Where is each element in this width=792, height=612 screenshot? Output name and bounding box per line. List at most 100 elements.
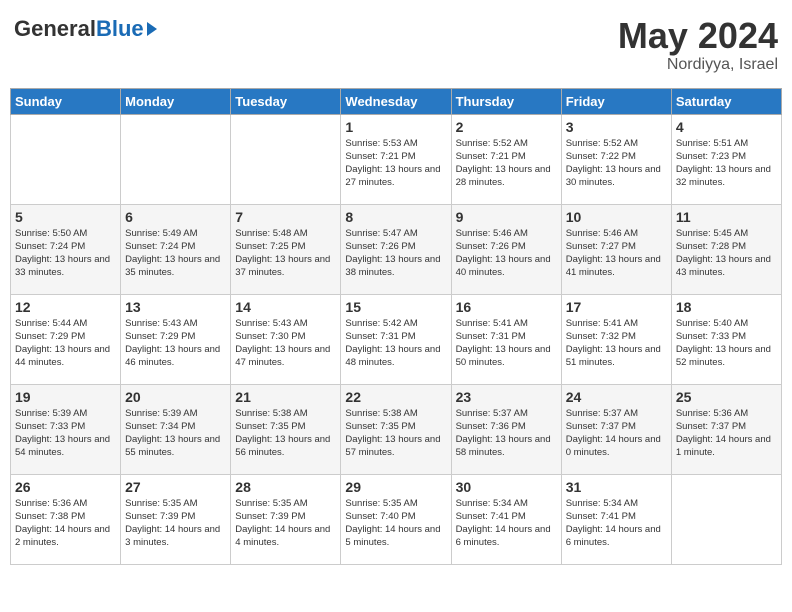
day-number: 28 bbox=[235, 479, 336, 495]
calendar-cell: 11 Sunrise: 5:45 AM Sunset: 7:28 PM Dayli… bbox=[671, 204, 781, 294]
calendar-cell: 3Sunrise: 5:52 AM Sunset: 7:22 PM Daylig… bbox=[561, 114, 671, 204]
day-info: Sunrise: 5:41 AM Sunset: 7:32 PM Dayligh… bbox=[566, 317, 667, 370]
day-info: Sunrise: 5:42 AM Sunset: 7:31 PM Dayligh… bbox=[345, 317, 446, 370]
day-info: Sunrise: 5:40 AM Sunset: 7:33 PM Dayligh… bbox=[676, 317, 777, 370]
day-number: 29 bbox=[345, 479, 446, 495]
calendar-header-row: SundayMondayTuesdayWednesdayThursdayFrid… bbox=[11, 88, 782, 114]
day-info: Sunrise: 5:38 AM Sunset: 7:35 PM Dayligh… bbox=[345, 407, 446, 460]
day-number: 12 bbox=[15, 299, 116, 315]
calendar-cell: 2 Sunrise: 5:52 AM Sunset: 7:21 PM Daylig… bbox=[451, 114, 561, 204]
calendar-cell: 14 Sunrise: 5:43 AM Sunset: 7:30 PM Dayli… bbox=[231, 294, 341, 384]
day-info: Sunrise: 5:44 AM Sunset: 7:29 PM Dayligh… bbox=[15, 317, 116, 370]
calendar-cell bbox=[11, 114, 121, 204]
day-info: Sunrise: 5:45 AM Sunset: 7:28 PM Dayligh… bbox=[676, 227, 777, 280]
day-number: 13 bbox=[125, 299, 226, 315]
calendar-cell: 27Sunrise: 5:35 AM Sunset: 7:39 PM Dayli… bbox=[121, 474, 231, 564]
day-info: Sunrise: 5:50 AM Sunset: 7:24 PM Dayligh… bbox=[15, 227, 116, 280]
calendar-cell: 1 Sunrise: 5:53 AM Sunset: 7:21 PM Daylig… bbox=[341, 114, 451, 204]
day-number: 9 bbox=[456, 209, 557, 225]
calendar-cell: 21 Sunrise: 5:38 AM Sunset: 7:35 PM Dayli… bbox=[231, 384, 341, 474]
calendar-cell: 22Sunrise: 5:38 AM Sunset: 7:35 PM Dayli… bbox=[341, 384, 451, 474]
day-number: 4 bbox=[676, 119, 777, 135]
calendar-cell: 18Sunrise: 5:40 AM Sunset: 7:33 PM Dayli… bbox=[671, 294, 781, 384]
day-number: 19 bbox=[15, 389, 116, 405]
day-info: Sunrise: 5:36 AM Sunset: 7:38 PM Dayligh… bbox=[15, 497, 116, 550]
calendar-cell: 17 Sunrise: 5:41 AM Sunset: 7:32 PM Dayli… bbox=[561, 294, 671, 384]
day-number: 26 bbox=[15, 479, 116, 495]
day-number: 20 bbox=[125, 389, 226, 405]
day-info: Sunrise: 5:38 AM Sunset: 7:35 PM Dayligh… bbox=[235, 407, 336, 460]
day-info: Sunrise: 5:35 AM Sunset: 7:39 PM Dayligh… bbox=[125, 497, 226, 550]
day-number: 30 bbox=[456, 479, 557, 495]
day-info: Sunrise: 5:53 AM Sunset: 7:21 PM Dayligh… bbox=[345, 137, 446, 190]
day-header-thursday: Thursday bbox=[451, 88, 561, 114]
calendar-cell bbox=[671, 474, 781, 564]
day-number: 7 bbox=[235, 209, 336, 225]
day-number: 31 bbox=[566, 479, 667, 495]
day-number: 14 bbox=[235, 299, 336, 315]
title-area: May 2024 Nordiyya, Israel bbox=[618, 16, 778, 74]
day-info: Sunrise: 5:43 AM Sunset: 7:29 PM Dayligh… bbox=[125, 317, 226, 370]
calendar-cell: 6Sunrise: 5:49 AM Sunset: 7:24 PM Daylig… bbox=[121, 204, 231, 294]
day-number: 21 bbox=[235, 389, 336, 405]
day-header-wednesday: Wednesday bbox=[341, 88, 451, 114]
calendar-cell: 7 Sunrise: 5:48 AM Sunset: 7:25 PM Daylig… bbox=[231, 204, 341, 294]
calendar-cell: 25 Sunrise: 5:36 AM Sunset: 7:37 PM Dayli… bbox=[671, 384, 781, 474]
day-info: Sunrise: 5:47 AM Sunset: 7:26 PM Dayligh… bbox=[345, 227, 446, 280]
calendar-week-row: 26 Sunrise: 5:36 AM Sunset: 7:38 PM Dayli… bbox=[11, 474, 782, 564]
day-number: 11 bbox=[676, 209, 777, 225]
day-info: Sunrise: 5:46 AM Sunset: 7:27 PM Dayligh… bbox=[566, 227, 667, 280]
day-info: Sunrise: 5:52 AM Sunset: 7:21 PM Dayligh… bbox=[456, 137, 557, 190]
calendar-cell: 28Sunrise: 5:35 AM Sunset: 7:39 PM Dayli… bbox=[231, 474, 341, 564]
calendar-cell: 15 Sunrise: 5:42 AM Sunset: 7:31 PM Dayli… bbox=[341, 294, 451, 384]
day-header-saturday: Saturday bbox=[671, 88, 781, 114]
calendar-cell: 24Sunrise: 5:37 AM Sunset: 7:37 PM Dayli… bbox=[561, 384, 671, 474]
location-title: Nordiyya, Israel bbox=[618, 56, 778, 74]
day-info: Sunrise: 5:37 AM Sunset: 7:36 PM Dayligh… bbox=[456, 407, 557, 460]
logo-general-text: General bbox=[14, 16, 96, 42]
calendar-cell: 4 Sunrise: 5:51 AM Sunset: 7:23 PM Daylig… bbox=[671, 114, 781, 204]
day-number: 16 bbox=[456, 299, 557, 315]
day-info: Sunrise: 5:35 AM Sunset: 7:40 PM Dayligh… bbox=[345, 497, 446, 550]
calendar-cell bbox=[231, 114, 341, 204]
day-info: Sunrise: 5:34 AM Sunset: 7:41 PM Dayligh… bbox=[566, 497, 667, 550]
calendar-cell: 10 Sunrise: 5:46 AM Sunset: 7:27 PM Dayli… bbox=[561, 204, 671, 294]
calendar-cell: 16 Sunrise: 5:41 AM Sunset: 7:31 PM Dayli… bbox=[451, 294, 561, 384]
day-info: Sunrise: 5:52 AM Sunset: 7:22 PM Dayligh… bbox=[566, 137, 667, 190]
day-info: Sunrise: 5:46 AM Sunset: 7:26 PM Dayligh… bbox=[456, 227, 557, 280]
calendar-cell: 9 Sunrise: 5:46 AM Sunset: 7:26 PM Daylig… bbox=[451, 204, 561, 294]
day-number: 5 bbox=[15, 209, 116, 225]
day-number: 25 bbox=[676, 389, 777, 405]
day-header-friday: Friday bbox=[561, 88, 671, 114]
day-number: 1 bbox=[345, 119, 446, 135]
calendar-week-row: 5 Sunrise: 5:50 AM Sunset: 7:24 PM Daylig… bbox=[11, 204, 782, 294]
day-info: Sunrise: 5:41 AM Sunset: 7:31 PM Dayligh… bbox=[456, 317, 557, 370]
logo-blue-text: Blue bbox=[96, 16, 144, 42]
calendar-cell: 19 Sunrise: 5:39 AM Sunset: 7:33 PM Dayli… bbox=[11, 384, 121, 474]
calendar-cell: 5 Sunrise: 5:50 AM Sunset: 7:24 PM Daylig… bbox=[11, 204, 121, 294]
calendar-cell: 13 Sunrise: 5:43 AM Sunset: 7:29 PM Dayli… bbox=[121, 294, 231, 384]
calendar-table: SundayMondayTuesdayWednesdayThursdayFrid… bbox=[10, 88, 782, 565]
calendar-cell: 26 Sunrise: 5:36 AM Sunset: 7:38 PM Dayli… bbox=[11, 474, 121, 564]
logo-arrow-icon bbox=[147, 22, 157, 36]
day-info: Sunrise: 5:36 AM Sunset: 7:37 PM Dayligh… bbox=[676, 407, 777, 460]
day-info: Sunrise: 5:39 AM Sunset: 7:34 PM Dayligh… bbox=[125, 407, 226, 460]
logo: General Blue bbox=[14, 16, 157, 42]
calendar-cell: 20 Sunrise: 5:39 AM Sunset: 7:34 PM Dayli… bbox=[121, 384, 231, 474]
day-info: Sunrise: 5:51 AM Sunset: 7:23 PM Dayligh… bbox=[676, 137, 777, 190]
calendar-week-row: 12 Sunrise: 5:44 AM Sunset: 7:29 PM Dayli… bbox=[11, 294, 782, 384]
day-info: Sunrise: 5:34 AM Sunset: 7:41 PM Dayligh… bbox=[456, 497, 557, 550]
day-info: Sunrise: 5:48 AM Sunset: 7:25 PM Dayligh… bbox=[235, 227, 336, 280]
day-number: 23 bbox=[456, 389, 557, 405]
calendar-cell: 30 Sunrise: 5:34 AM Sunset: 7:41 PM Dayli… bbox=[451, 474, 561, 564]
calendar-cell: 23 Sunrise: 5:37 AM Sunset: 7:36 PM Dayli… bbox=[451, 384, 561, 474]
day-number: 15 bbox=[345, 299, 446, 315]
day-info: Sunrise: 5:43 AM Sunset: 7:30 PM Dayligh… bbox=[235, 317, 336, 370]
day-number: 17 bbox=[566, 299, 667, 315]
day-number: 2 bbox=[456, 119, 557, 135]
day-number: 8 bbox=[345, 209, 446, 225]
day-info: Sunrise: 5:39 AM Sunset: 7:33 PM Dayligh… bbox=[15, 407, 116, 460]
day-number: 10 bbox=[566, 209, 667, 225]
day-header-monday: Monday bbox=[121, 88, 231, 114]
day-info: Sunrise: 5:37 AM Sunset: 7:37 PM Dayligh… bbox=[566, 407, 667, 460]
